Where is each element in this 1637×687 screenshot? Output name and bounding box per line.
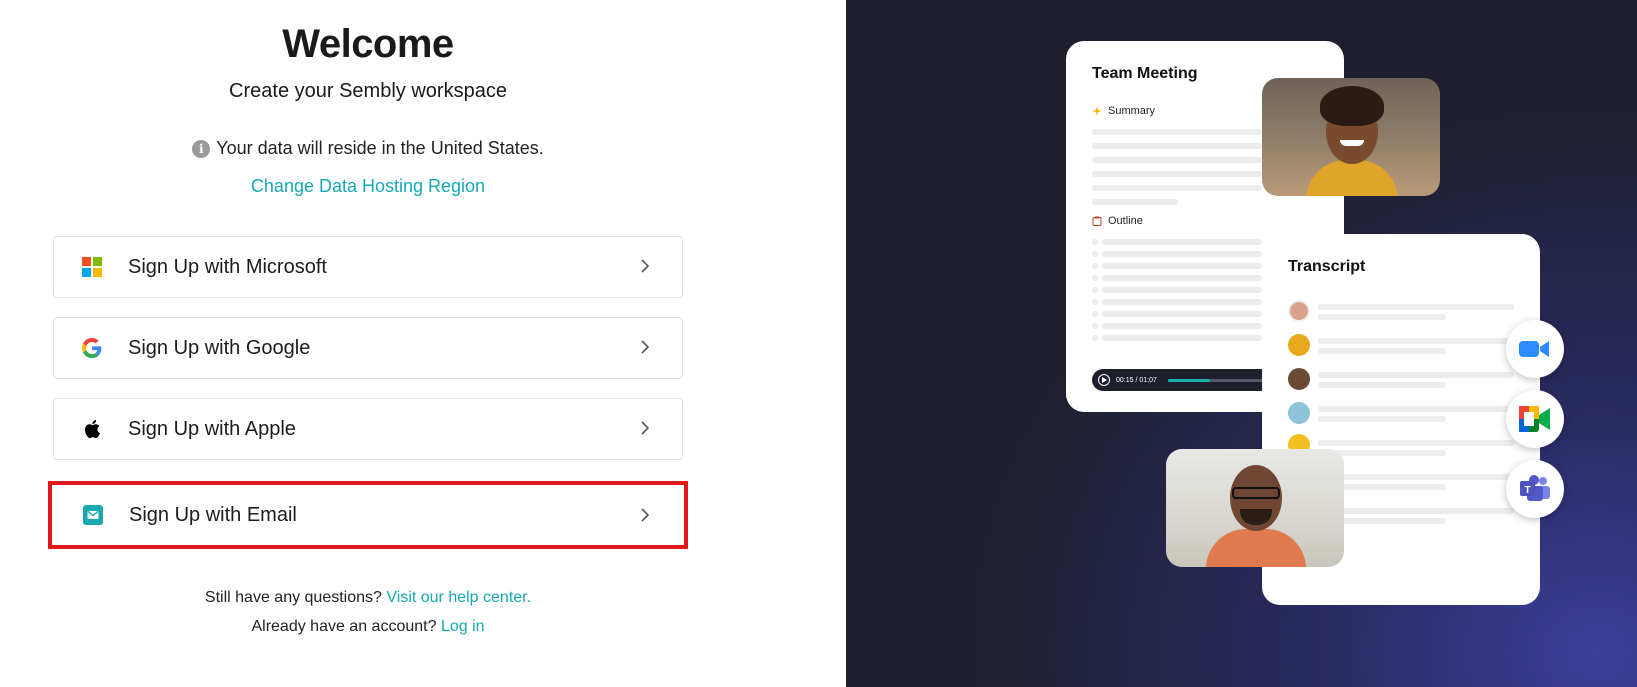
participant-photo-man: [1166, 449, 1344, 567]
chevron-right-icon: [641, 421, 650, 435]
illustration-panel: Team Meeting Summary Outline 00:15 / 01:…: [846, 0, 1637, 687]
change-region-link[interactable]: Change Data Hosting Region: [0, 176, 736, 197]
help-center-line: Still have any questions? Visit our help…: [0, 589, 736, 607]
signup-email-label: Sign Up with Email: [129, 503, 297, 526]
speaker-avatar: [1288, 300, 1310, 322]
speaker-avatar: [1288, 334, 1310, 356]
player-progress-fill: [1168, 379, 1210, 382]
login-prefix: Already have an account?: [251, 618, 437, 635]
google-logo-icon: [80, 336, 104, 360]
participant-photo-woman: [1262, 78, 1440, 196]
microsoft-logo-icon: [80, 255, 104, 279]
audio-player: 00:15 / 01:07: [1092, 369, 1282, 391]
sparkle-icon: [1092, 106, 1102, 116]
outline-section: Outline: [1092, 215, 1143, 227]
apple-logo-icon: [80, 417, 104, 441]
data-residency-text: Your data will reside in the United Stat…: [216, 138, 544, 158]
meeting-card-title: Team Meeting: [1092, 65, 1198, 82]
chevron-right-icon: [641, 259, 650, 273]
microsoft-teams-icon: T: [1506, 460, 1564, 518]
outline-label: Outline: [1108, 215, 1143, 227]
signup-apple-label: Sign Up with Apple: [128, 417, 296, 440]
zoom-icon: [1506, 320, 1564, 378]
info-icon: i: [192, 139, 211, 158]
clipboard-icon: [1092, 216, 1102, 226]
speaker-avatar: [1288, 368, 1310, 390]
player-time: 00:15 / 01:07: [1116, 376, 1157, 384]
chevron-right-icon: [641, 508, 650, 522]
data-residency-notice: i Your data will reside in the United St…: [0, 138, 736, 159]
summary-section: Summary: [1092, 105, 1155, 117]
speaker-avatar: [1288, 402, 1310, 424]
signup-google-label: Sign Up with Google: [128, 336, 311, 359]
signup-panel: Welcome Create your Sembly workspace i Y…: [0, 0, 846, 687]
chevron-right-icon: [641, 340, 650, 354]
google-meet-icon: [1506, 390, 1564, 448]
transcript-card-title: Transcript: [1288, 258, 1366, 275]
signup-apple-button[interactable]: Sign Up with Apple: [53, 398, 683, 460]
help-prefix: Still have any questions?: [204, 589, 382, 606]
signup-microsoft-label: Sign Up with Microsoft: [128, 255, 327, 278]
help-center-link[interactable]: Visit our help center.: [386, 589, 531, 606]
play-icon: [1098, 374, 1110, 386]
login-link[interactable]: Log in: [441, 618, 485, 635]
login-line: Already have an account? Log in: [0, 618, 736, 636]
signup-microsoft-button[interactable]: Sign Up with Microsoft: [53, 236, 683, 298]
page-subtitle: Create your Sembly workspace: [229, 80, 507, 102]
signup-google-button[interactable]: Sign Up with Google: [53, 317, 683, 379]
page-title: Welcome: [282, 22, 454, 66]
signup-email-button[interactable]: Sign Up with Email: [48, 481, 688, 549]
email-icon: [81, 503, 105, 527]
svg-text:T: T: [1524, 485, 1530, 496]
summary-label: Summary: [1108, 105, 1156, 117]
